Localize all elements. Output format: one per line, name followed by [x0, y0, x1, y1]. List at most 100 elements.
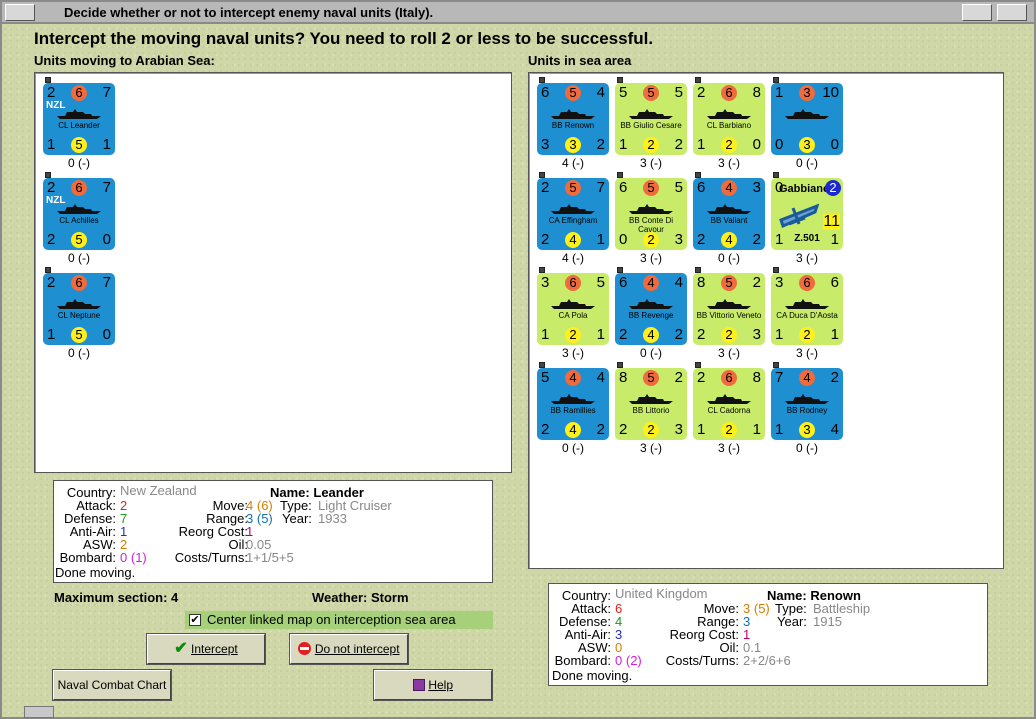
- unit-counter[interactable]: 2 5 7 CA Effingham 4 2 1: [537, 178, 609, 250]
- resize-grip[interactable]: [24, 706, 54, 718]
- do-not-intercept-button[interactable]: Do not intercept: [289, 633, 409, 665]
- system-menu-button[interactable]: [5, 4, 35, 21]
- left-bottom-value: 1: [47, 326, 56, 343]
- left-bottom-value: 1: [775, 421, 784, 438]
- sea-units-pane[interactable]: 6 5 4 BB Renown 3 3 2 4 (-) 5 5 5 BB Giulio Cesare 2…: [528, 72, 1004, 569]
- ship-icon: [693, 83, 765, 123]
- status-text: Done moving.: [55, 565, 136, 580]
- unit-counter[interactable]: 5 4 4 BB Ramillies 4 2 2: [537, 368, 609, 440]
- unit-counter[interactable]: 6 5 5 BB Conte Di Cavour 2 0 3: [615, 178, 687, 250]
- unit-counter[interactable]: 0 Gabbiano 2 11 Z.501 1 1: [771, 178, 843, 250]
- antiair-circle: 4: [565, 232, 581, 248]
- unit-count: 3 (-): [796, 251, 818, 265]
- left-bottom-value: 0: [775, 136, 784, 153]
- unit-counter[interactable]: 8 5 2 BB Vittorio Veneto 2 2 3: [693, 273, 765, 345]
- right-bottom-value: 1: [830, 231, 839, 248]
- unit-counter[interactable]: 6 5 4 BB Renown 3 3 2: [537, 83, 609, 155]
- maximize-button[interactable]: [997, 4, 1027, 21]
- costs-value: 1+1/5+5: [246, 550, 294, 565]
- antiair-circle: 2: [565, 327, 581, 343]
- year-label: Year:: [282, 511, 312, 526]
- unit-count: 0 (-): [796, 156, 818, 170]
- right-bottom-value: 1: [102, 136, 111, 153]
- moving-units-pane[interactable]: 2 6 7 NZL CL Leander 5 1 1 0 (-) 2 6 7 NZL CL Achille…: [34, 72, 512, 473]
- left-bottom-value: 2: [697, 231, 706, 248]
- unit-counter[interactable]: 5 5 5 BB Giulio Cesare 2 1 2: [615, 83, 687, 155]
- unit-name: BB Valiant: [710, 216, 748, 225]
- center-map-checkbox-row[interactable]: ✔ Center linked map on interception sea …: [185, 611, 493, 629]
- unit-counter[interactable]: 2 6 7 CL Neptune 5 1 0: [43, 273, 115, 345]
- right-bottom-value: 3: [674, 421, 683, 438]
- unit-name: CA Pola: [558, 311, 588, 320]
- checkmark-icon: ✔: [174, 640, 188, 657]
- unit-counter[interactable]: 2 6 8 CL Cadorna 2 1 1: [693, 368, 765, 440]
- ship-icon: [615, 368, 687, 408]
- left-bottom-value: 0: [619, 231, 628, 248]
- antiair-circle: 3: [799, 137, 815, 153]
- unit-count: 0 (-): [562, 441, 584, 455]
- year-value: 1933: [318, 511, 347, 526]
- left-unit-info: Country: New Zealand Attack: 2 Defense: …: [53, 480, 493, 583]
- bombard-value: 0 (1): [120, 550, 147, 565]
- unit-counter[interactable]: 3 6 5 CA Pola 2 1 1: [537, 273, 609, 345]
- ship-icon: [537, 368, 609, 408]
- right-bottom-value: 0: [752, 136, 761, 153]
- unit-counter[interactable]: 2 6 7 NZL CL Leander 5 1 1: [43, 83, 115, 155]
- weather-text: Weather: Storm: [312, 590, 409, 605]
- antiair-circle: 2: [799, 327, 815, 343]
- left-bottom-value: 2: [541, 421, 550, 438]
- bombard-label: Bombard:: [554, 653, 611, 668]
- unit-counter[interactable]: 6 4 3 BB Valiant 4 2 2: [693, 178, 765, 250]
- unit-name: CL Leander: [58, 121, 100, 130]
- unit-name: CL Cadorna: [707, 406, 751, 415]
- intercept-button[interactable]: ✔ Intercept: [146, 633, 266, 665]
- ship-icon: [615, 83, 687, 123]
- ship-icon: [43, 273, 115, 313]
- unit-name: CL Achilles: [59, 216, 99, 225]
- left-bottom-value: 2: [47, 231, 56, 248]
- unit-counter[interactable]: 8 5 2 BB Littorio 2 2 3: [615, 368, 687, 440]
- unit-count: 3 (-): [718, 156, 740, 170]
- ship-icon: [615, 273, 687, 313]
- right-bottom-value: 4: [830, 421, 839, 438]
- unit-count: 3 (-): [796, 346, 818, 360]
- ship-icon: [771, 273, 843, 313]
- ship-icon: [537, 83, 609, 123]
- unit-name: BB Vittorio Veneto: [696, 311, 762, 320]
- unit-counter[interactable]: 2 6 7 NZL CL Achilles 5 2 0: [43, 178, 115, 250]
- right-bottom-value: 1: [596, 326, 605, 343]
- right-bottom-value: 1: [596, 231, 605, 248]
- unit-counter[interactable]: 6 4 4 BB Revenge 4 2 2: [615, 273, 687, 345]
- right-bottom-value: 3: [752, 326, 761, 343]
- range-circle: 2: [825, 180, 841, 196]
- country-value: New Zealand: [120, 483, 197, 498]
- right-bottom-value: 3: [674, 231, 683, 248]
- unit-count: 3 (-): [718, 441, 740, 455]
- naval-combat-chart-button[interactable]: Naval Combat Chart: [52, 669, 172, 701]
- left-bottom-value: 2: [541, 231, 550, 248]
- unit-counter[interactable]: 2 6 8 CL Barbiano 2 1 0: [693, 83, 765, 155]
- ship-icon: [771, 368, 843, 408]
- unit-counter[interactable]: 3 6 6 CA Duca D'Aosta 2 1 1: [771, 273, 843, 345]
- center-map-checkbox[interactable]: ✔: [189, 614, 201, 626]
- moves-value: 11: [823, 213, 840, 230]
- antiair-circle: 2: [721, 327, 737, 343]
- right-unit-info: Country: United Kingdom Attack: 6 Defens…: [548, 583, 988, 686]
- max-section-text: Maximum section: 4: [54, 590, 179, 605]
- ship-icon: [693, 273, 765, 313]
- country-value: United Kingdom: [615, 586, 708, 601]
- antiair-circle: 4: [565, 422, 581, 438]
- unit-counter[interactable]: 7 4 2 BB Rodney 3 1 4: [771, 368, 843, 440]
- left-bottom-value: 1: [619, 136, 628, 153]
- antiair-circle: 3: [565, 137, 581, 153]
- left-bottom-value: 1: [697, 421, 706, 438]
- unit-counter[interactable]: 1 3 10 3 0 0: [771, 83, 843, 155]
- unit-count: 4 (-): [562, 251, 584, 265]
- unit-count: 0 (-): [68, 251, 90, 265]
- unit-count: 3 (-): [562, 346, 584, 360]
- help-button[interactable]: Help: [373, 669, 493, 701]
- window-title: Decide whether or not to intercept enemy…: [64, 5, 434, 20]
- antiair-circle: 5: [71, 232, 87, 248]
- left-bottom-value: 1: [47, 136, 56, 153]
- minimize-button[interactable]: [962, 4, 992, 21]
